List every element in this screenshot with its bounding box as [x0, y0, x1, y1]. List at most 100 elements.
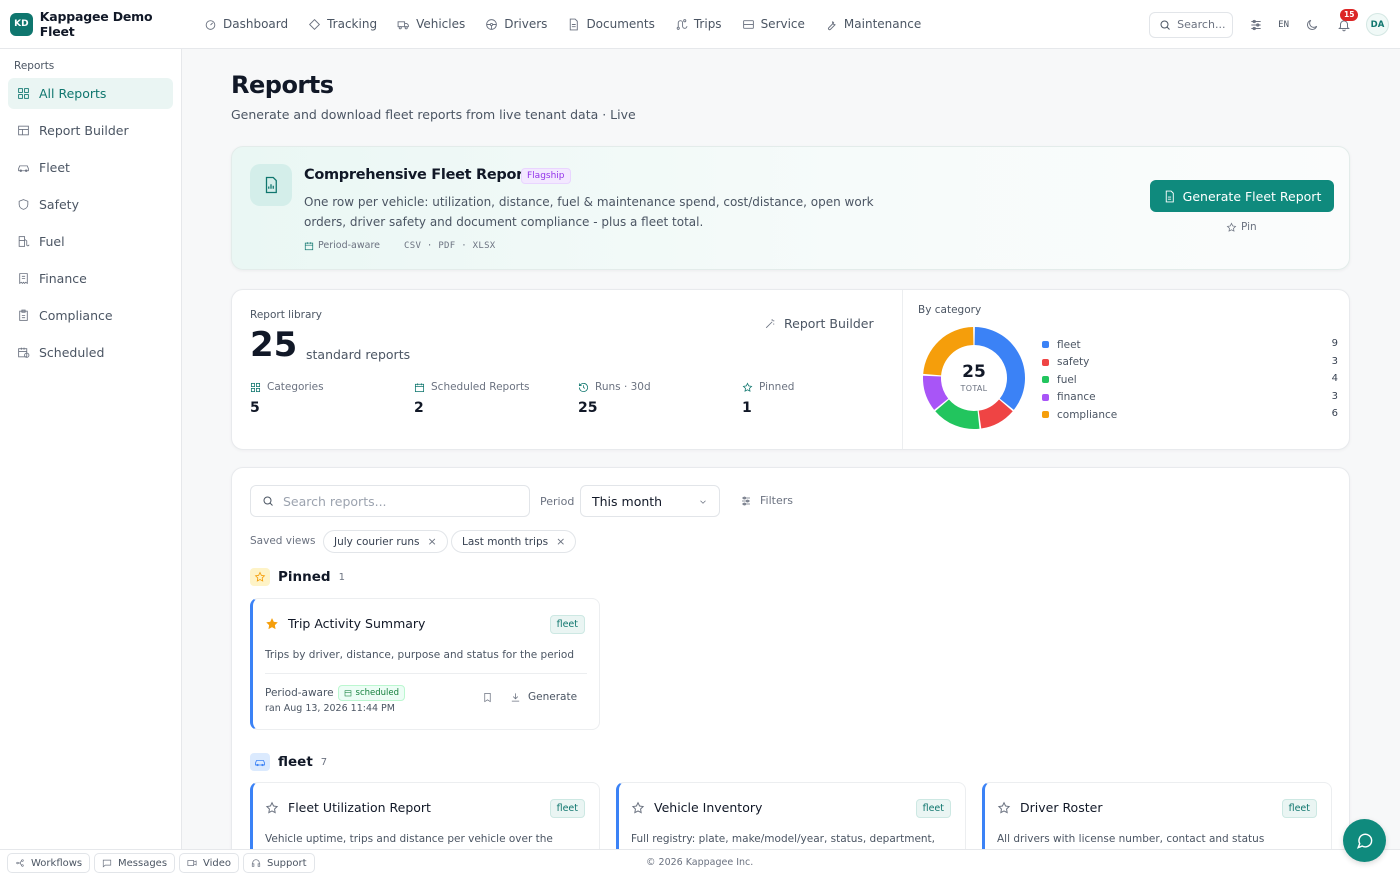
report-search[interactable] [250, 485, 530, 517]
pin-button[interactable]: Pin [1226, 221, 1257, 233]
legend-swatch [1042, 376, 1049, 384]
message-icon [102, 859, 112, 868]
saved-view-chip[interactable]: July courier runs × [323, 530, 448, 553]
sidebar-item-label: Safety [39, 197, 79, 212]
report-card[interactable]: Fleet Utilization Report fleet Vehicle u… [250, 782, 600, 849]
global-search-placeholder: Search... [1177, 18, 1226, 31]
flagship-title: Comprehensive Fleet Report [304, 167, 530, 183]
generate-label: Generate [528, 691, 578, 703]
stat-scheduled-reports: Scheduled Reports 2 [414, 381, 530, 416]
video-button[interactable]: Video [179, 853, 240, 873]
notifications-button[interactable]: 15 [1337, 8, 1359, 32]
sidebar-item-finance[interactable]: Finance [8, 263, 173, 294]
messages-button[interactable]: Messages [94, 853, 176, 873]
generate-button[interactable]: Generate [510, 691, 577, 703]
card-divider [265, 673, 587, 674]
history-icon [578, 382, 589, 392]
generate-fleet-report-button[interactable]: Generate Fleet Report [1150, 180, 1334, 212]
topbar-actions: Search... EN 15 DA [1149, 0, 1400, 49]
report-card[interactable]: Driver Roster fleet All drivers with lic… [982, 782, 1332, 849]
document-icon [570, 18, 579, 30]
report-search-input[interactable] [283, 493, 523, 509]
report-card[interactable]: Trip Activity Summary fleet Trips by dri… [250, 598, 600, 730]
legend-value: 4 [1331, 373, 1338, 384]
nav-dashboard[interactable]: Dashboard [204, 17, 288, 31]
filters-button[interactable]: Filters [740, 494, 793, 507]
legend-item: safety 3 [1042, 354, 1338, 372]
nav-vehicles[interactable]: Vehicles [397, 17, 465, 31]
legend-swatch [1042, 393, 1049, 401]
legend-value: 3 [1331, 390, 1338, 402]
nav-service[interactable]: Service [742, 17, 805, 31]
saved-view-chip[interactable]: Last month trips × [451, 530, 577, 553]
sidebar-item-report-builder[interactable]: Report Builder [8, 115, 173, 146]
star-icon[interactable] [265, 801, 279, 815]
stat-pinned: Pinned 1 [742, 381, 794, 416]
star-filled-icon[interactable] [265, 617, 279, 631]
stat-value: 5 [250, 400, 260, 416]
bookmark-icon[interactable] [482, 692, 493, 703]
nav-tracking[interactable]: Tracking [308, 17, 377, 31]
last-run: ran Aug 13, 2026 11:44 PM [265, 703, 395, 714]
period-select[interactable]: This month [580, 485, 720, 517]
category-badge: fleet [549, 799, 585, 818]
tracking-icon [309, 18, 321, 30]
report-builder-link[interactable]: Report Builder [764, 316, 874, 331]
legend-label: fuel [1057, 373, 1077, 386]
sidebar-item-safety[interactable]: Safety [8, 189, 173, 220]
sidebar-item-scheduled[interactable]: Scheduled [8, 337, 173, 368]
chat-button[interactable] [1343, 819, 1386, 862]
stat-categories: Categories 5 [250, 381, 324, 416]
report-card[interactable]: Vehicle Inventory fleet Full registry: p… [616, 782, 966, 849]
nav-label: Service [760, 17, 805, 31]
report-builder-link-label: Report Builder [784, 316, 874, 331]
sidebar-item-compliance[interactable]: Compliance [8, 300, 173, 331]
grid-icon [18, 88, 29, 99]
moon-icon[interactable] [1305, 18, 1319, 32]
bottom-item-label: Messages [118, 857, 168, 869]
brand-name: Kappagee Demo Fleet [39, 9, 153, 39]
nav-drivers[interactable]: Drivers [485, 17, 547, 31]
sidebar-item-all-reports[interactable]: All Reports [8, 78, 173, 109]
fuel-icon [18, 236, 30, 247]
brand[interactable]: KD Kappagee Demo Fleet [10, 9, 190, 39]
support-button[interactable]: Support [243, 853, 315, 873]
sidebar-item-fuel[interactable]: Fuel [8, 226, 173, 257]
report-description: Full registry: plate, make/model/year, s… [631, 833, 936, 845]
star-icon[interactable] [997, 801, 1011, 815]
nav-label: Maintenance [843, 17, 922, 31]
workflows-button[interactable]: Workflows [7, 853, 91, 873]
nav-trips[interactable]: Trips [675, 17, 722, 31]
nav-documents[interactable]: Documents [567, 17, 655, 31]
nav-label: Drivers [504, 17, 548, 31]
service-icon [742, 19, 754, 29]
pinned-section-header: Pinned 1 [250, 568, 345, 586]
report-title: Driver Roster [1020, 800, 1103, 815]
user-avatar[interactable]: DA [1366, 13, 1389, 36]
bottom-item-label: Workflows [31, 857, 83, 869]
brand-logo: KD [10, 12, 33, 36]
donut-total: 25 [962, 362, 986, 382]
settings-sliders-icon[interactable] [1249, 18, 1263, 32]
close-icon[interactable]: × [428, 535, 437, 548]
global-search[interactable]: Search... [1149, 11, 1234, 38]
star-icon[interactable] [631, 801, 645, 815]
close-icon[interactable]: × [556, 535, 565, 548]
fleet-section-header: fleet 7 [250, 753, 327, 771]
sidebar-item-fleet[interactable]: Fleet [8, 152, 173, 183]
calendar-icon [344, 690, 351, 697]
truck-icon [397, 20, 409, 29]
library-count: 25 [250, 325, 298, 365]
scheduled-badge: scheduled [337, 685, 406, 701]
period-aware-label: Period-aware [265, 687, 334, 699]
chevron-down-icon [700, 500, 706, 504]
saved-view-label: Last month trips [462, 535, 549, 548]
sliders-icon [742, 496, 750, 505]
section-title: Pinned [278, 569, 331, 585]
language-switcher[interactable]: EN [1278, 20, 1289, 30]
headset-icon [251, 859, 261, 867]
legend-swatch [1042, 341, 1049, 349]
magic-wand-icon [765, 319, 775, 329]
category-badge: fleet [549, 615, 585, 634]
nav-maintenance[interactable]: Maintenance [825, 17, 921, 31]
